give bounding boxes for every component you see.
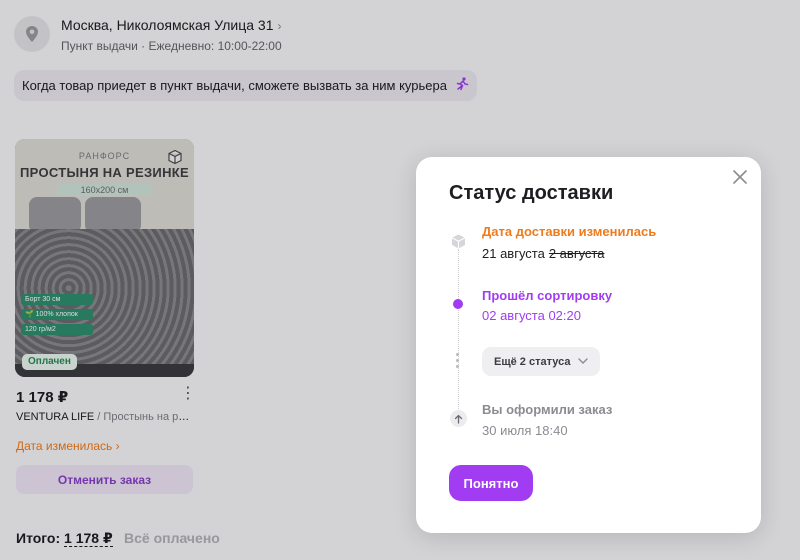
- arrow-up-icon: [450, 410, 467, 427]
- timeline-event-date: 02 августа 02:20: [482, 308, 581, 323]
- chevron-down-icon: [578, 356, 589, 367]
- more-vertical-icon: [456, 353, 460, 371]
- timeline-dot: [453, 299, 463, 309]
- timeline-event-title: Прошёл сортировку: [482, 288, 613, 303]
- timeline-line: [458, 249, 459, 419]
- timeline-event-title: Вы оформили заказ: [482, 402, 613, 417]
- package-box-icon: [450, 233, 467, 250]
- ok-button[interactable]: Понятно: [449, 465, 533, 501]
- more-statuses-label: Ещё 2 статуса: [494, 355, 571, 368]
- new-delivery-date: 21 августа: [482, 246, 545, 261]
- modal-title: Статус доставки: [449, 182, 614, 204]
- timeline-event-title: Дата доставки изменилась: [482, 224, 657, 239]
- close-icon: [733, 170, 747, 184]
- show-more-statuses-button[interactable]: Ещё 2 статуса: [482, 347, 601, 376]
- old-delivery-date: 2 августа: [548, 246, 605, 261]
- delivery-status-modal: Статус доставки Дата доставки изменилась…: [416, 157, 761, 533]
- timeline-event-date: 30 июля 18:40: [482, 423, 568, 438]
- close-button[interactable]: [731, 168, 749, 186]
- timeline-event-date: 21 августа 2 августа: [482, 246, 604, 261]
